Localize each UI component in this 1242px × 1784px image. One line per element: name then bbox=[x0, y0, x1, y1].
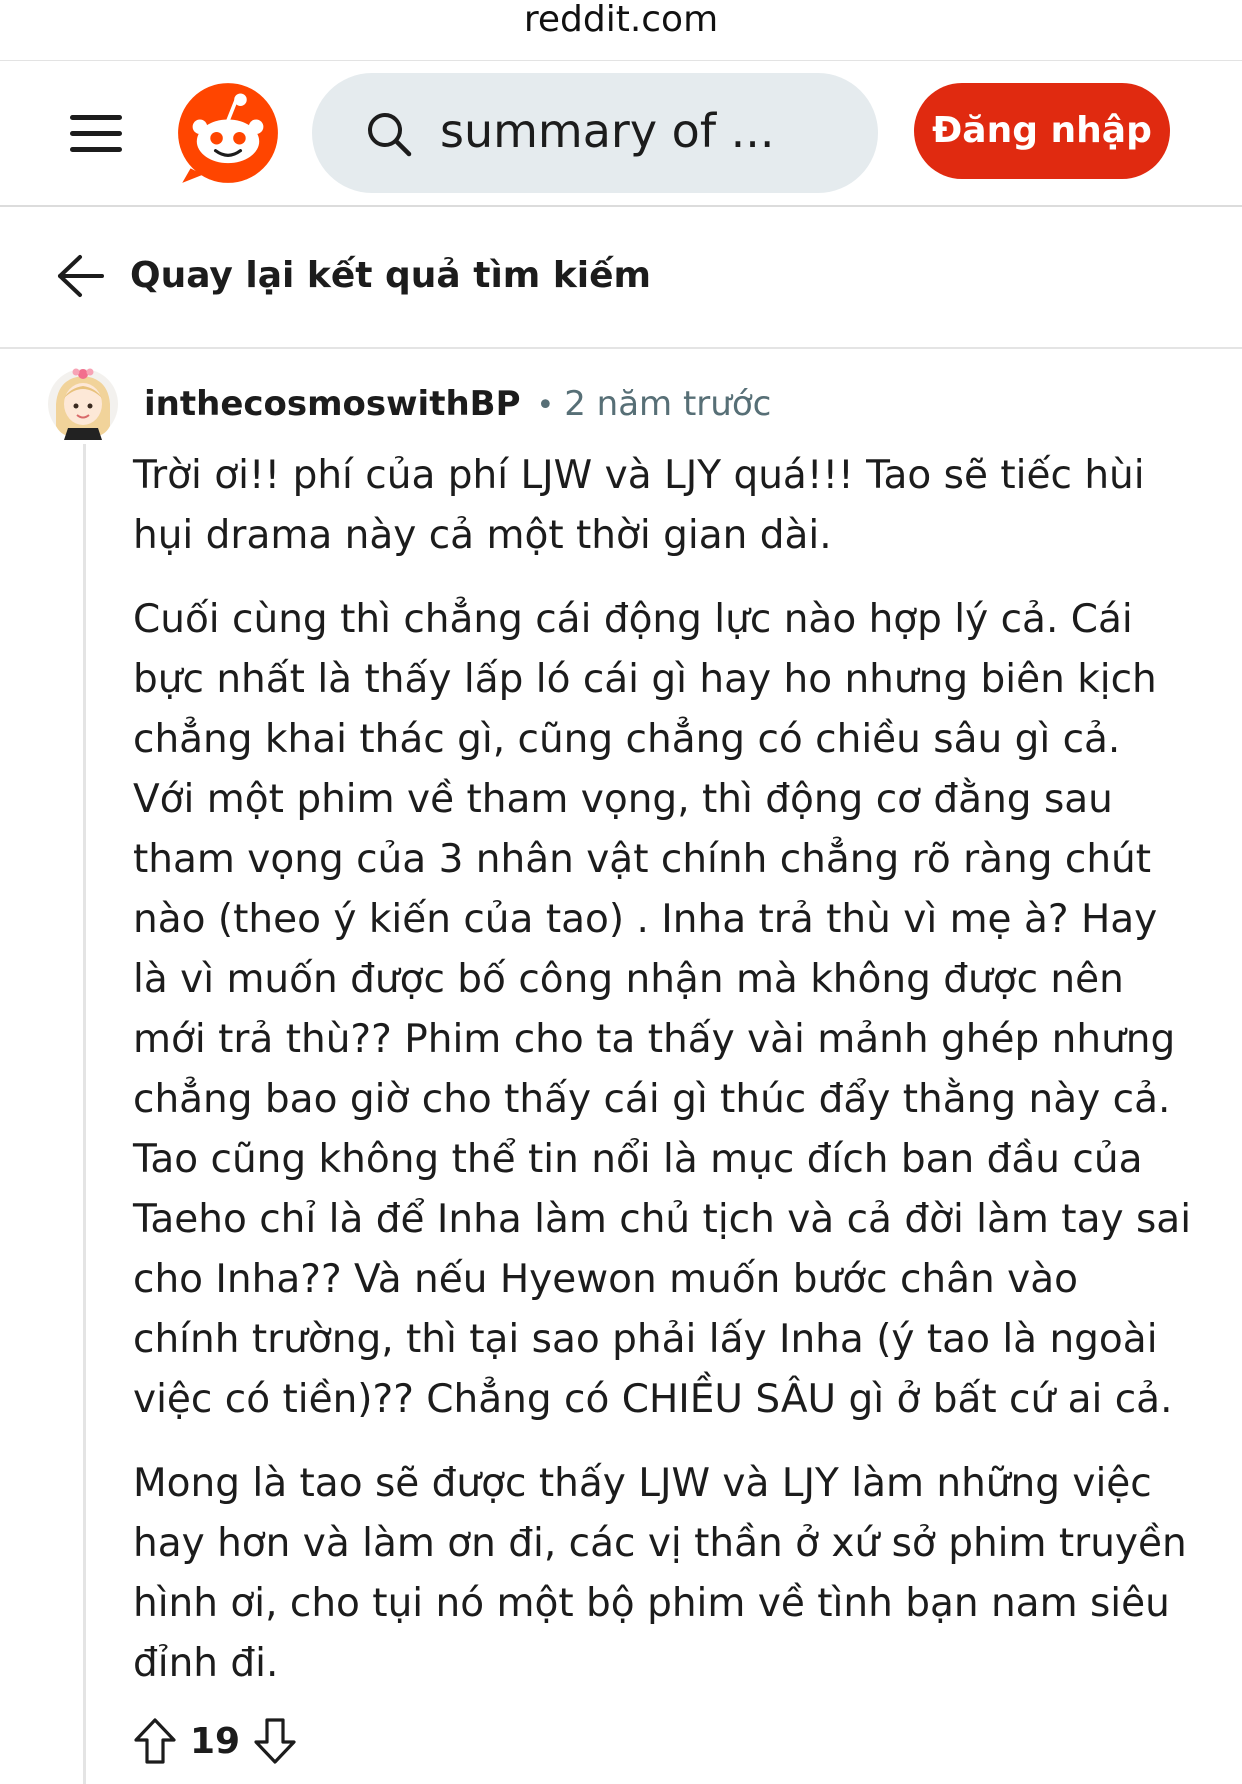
url-text[interactable]: reddit.com bbox=[0, 0, 1242, 40]
hamburger-menu-icon[interactable] bbox=[60, 105, 132, 161]
comment-paragraph: Mong là tao sẽ được thấy LJW và LJY làm … bbox=[133, 1461, 1187, 1686]
back-to-results-link[interactable]: Quay lại kết quả tìm kiếm bbox=[0, 207, 1242, 349]
comment-timestamp: 2 năm trước bbox=[564, 384, 772, 424]
vote-score: 19 bbox=[190, 1720, 241, 1762]
search-bar[interactable]: summary of ... bbox=[312, 73, 878, 193]
thread-line[interactable] bbox=[83, 444, 86, 1784]
vote-bar: 19 bbox=[132, 1716, 298, 1770]
back-to-results-label: Quay lại kết quả tìm kiếm bbox=[130, 255, 652, 296]
arrow-left-icon bbox=[58, 255, 104, 297]
comment-meta: inthecosmoswithBP • 2 năm trước bbox=[144, 380, 771, 428]
browser-url-bar[interactable]: reddit.com bbox=[0, 0, 1242, 61]
search-icon bbox=[368, 113, 412, 157]
comment-paragraph: Cuối cùng thì chẳng cái động lực nào hợp… bbox=[133, 597, 1192, 1422]
upvote-arrow-icon[interactable] bbox=[132, 1716, 178, 1766]
site-header: summary of ... Đăng nhập bbox=[0, 61, 1242, 207]
comment-username[interactable]: inthecosmoswithBP bbox=[144, 384, 521, 424]
comment-body: Trời ơi!! phí của phí LJW và LJY quá!!! … bbox=[133, 446, 1193, 1718]
login-button[interactable]: Đăng nhập bbox=[914, 83, 1170, 179]
meta-separator: • bbox=[536, 388, 555, 423]
comment-paragraph: Trời ơi!! phí của phí LJW và LJY quá!!! … bbox=[133, 453, 1145, 558]
reddit-logo-icon[interactable] bbox=[176, 81, 280, 185]
downvote-arrow-icon[interactable] bbox=[252, 1716, 298, 1766]
search-input[interactable]: summary of ... bbox=[440, 103, 775, 159]
user-avatar[interactable] bbox=[46, 364, 120, 440]
